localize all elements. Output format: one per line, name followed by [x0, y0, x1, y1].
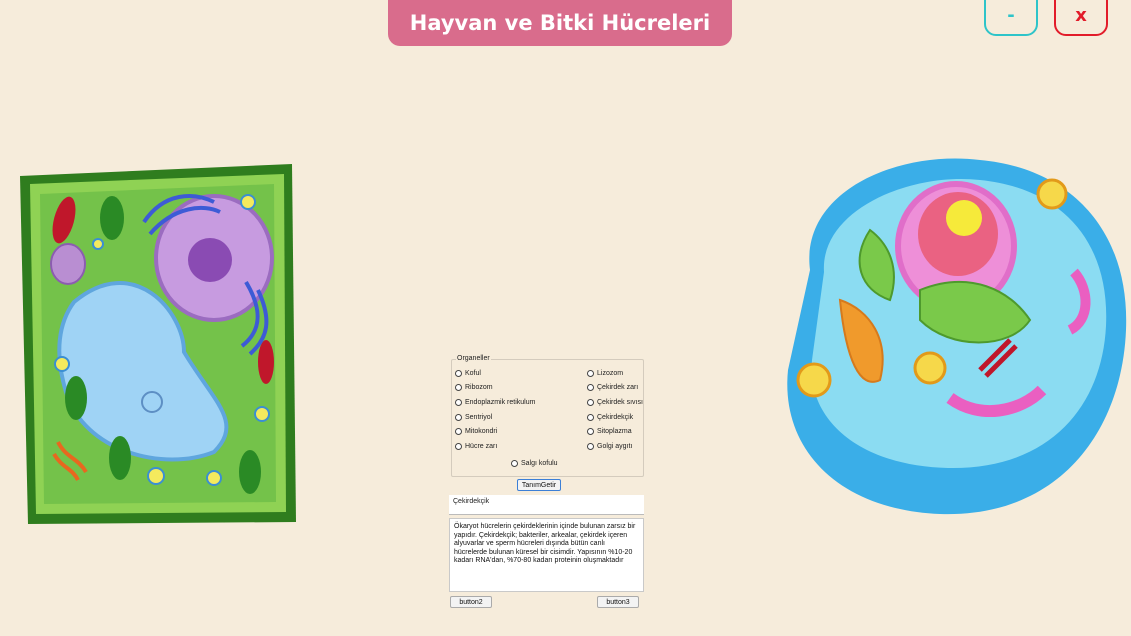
definition-textbox[interactable]: Ökaryot hücrelerin çekirdeklerinin içind… — [449, 518, 644, 592]
radio-koful[interactable]: Koful — [455, 370, 481, 377]
minimize-button[interactable]: - — [984, 0, 1038, 36]
radio-sitoplazma[interactable]: Sitoplazma — [587, 428, 632, 435]
button2[interactable]: button2 — [450, 596, 492, 608]
radio-circle-icon[interactable] — [455, 399, 462, 406]
radio-circle-icon[interactable] — [587, 428, 594, 435]
radio-endoplazmik-retikulum[interactable]: Endoplazmik retikulum — [455, 399, 535, 406]
radio-circle-icon[interactable] — [511, 460, 518, 467]
radio-circle-icon[interactable] — [455, 384, 462, 391]
radio-circle-icon[interactable] — [455, 428, 462, 435]
radio-lizozom[interactable]: Lizozom — [587, 370, 623, 377]
radio-circle-icon[interactable] — [587, 370, 594, 377]
radio-circle-icon[interactable] — [455, 443, 462, 450]
radio-sentriyol[interactable]: Sentriyol — [455, 414, 492, 421]
radio-cekirdekcik[interactable]: Çekirdekçik — [587, 414, 633, 421]
selected-organelle-field[interactable]: Çekirdekçik — [449, 495, 644, 515]
plant-cell-image — [20, 164, 296, 524]
radio-salgi-kofulu[interactable]: Salgı kofulu — [511, 460, 558, 467]
radio-circle-icon[interactable] — [455, 414, 462, 421]
radio-circle-icon[interactable] — [587, 414, 594, 421]
radio-ribozom[interactable]: Ribozom — [455, 384, 493, 391]
radio-hucre-zari[interactable]: Hücre zarı — [455, 443, 497, 450]
get-definition-button[interactable]: TanımGetir — [517, 479, 561, 491]
radio-mitokondri[interactable]: Mitokondri — [455, 428, 497, 435]
animal-cell-image — [787, 158, 1127, 515]
close-button[interactable]: x — [1054, 0, 1108, 36]
radio-circle-icon[interactable] — [587, 443, 594, 450]
organelle-panel: Organeller Koful Ribozom Endoplazmik ret… — [449, 355, 644, 627]
radio-cekirdek-zari[interactable]: Çekirdek zarı — [587, 384, 638, 391]
radio-cekirdek-sivisi[interactable]: Çekirdek sıvısı — [587, 399, 643, 406]
radio-golgi-aygiti[interactable]: Golgi aygıtı — [587, 443, 632, 450]
organelle-groupbox: Organeller Koful Ribozom Endoplazmik ret… — [451, 355, 644, 477]
radio-circle-icon[interactable] — [587, 384, 594, 391]
organelle-group-label: Organeller — [456, 355, 491, 362]
app-title: Hayvan ve Bitki Hücreleri — [388, 0, 732, 46]
radio-circle-icon[interactable] — [587, 399, 594, 406]
radio-circle-icon[interactable] — [455, 370, 462, 377]
button3[interactable]: button3 — [597, 596, 639, 608]
